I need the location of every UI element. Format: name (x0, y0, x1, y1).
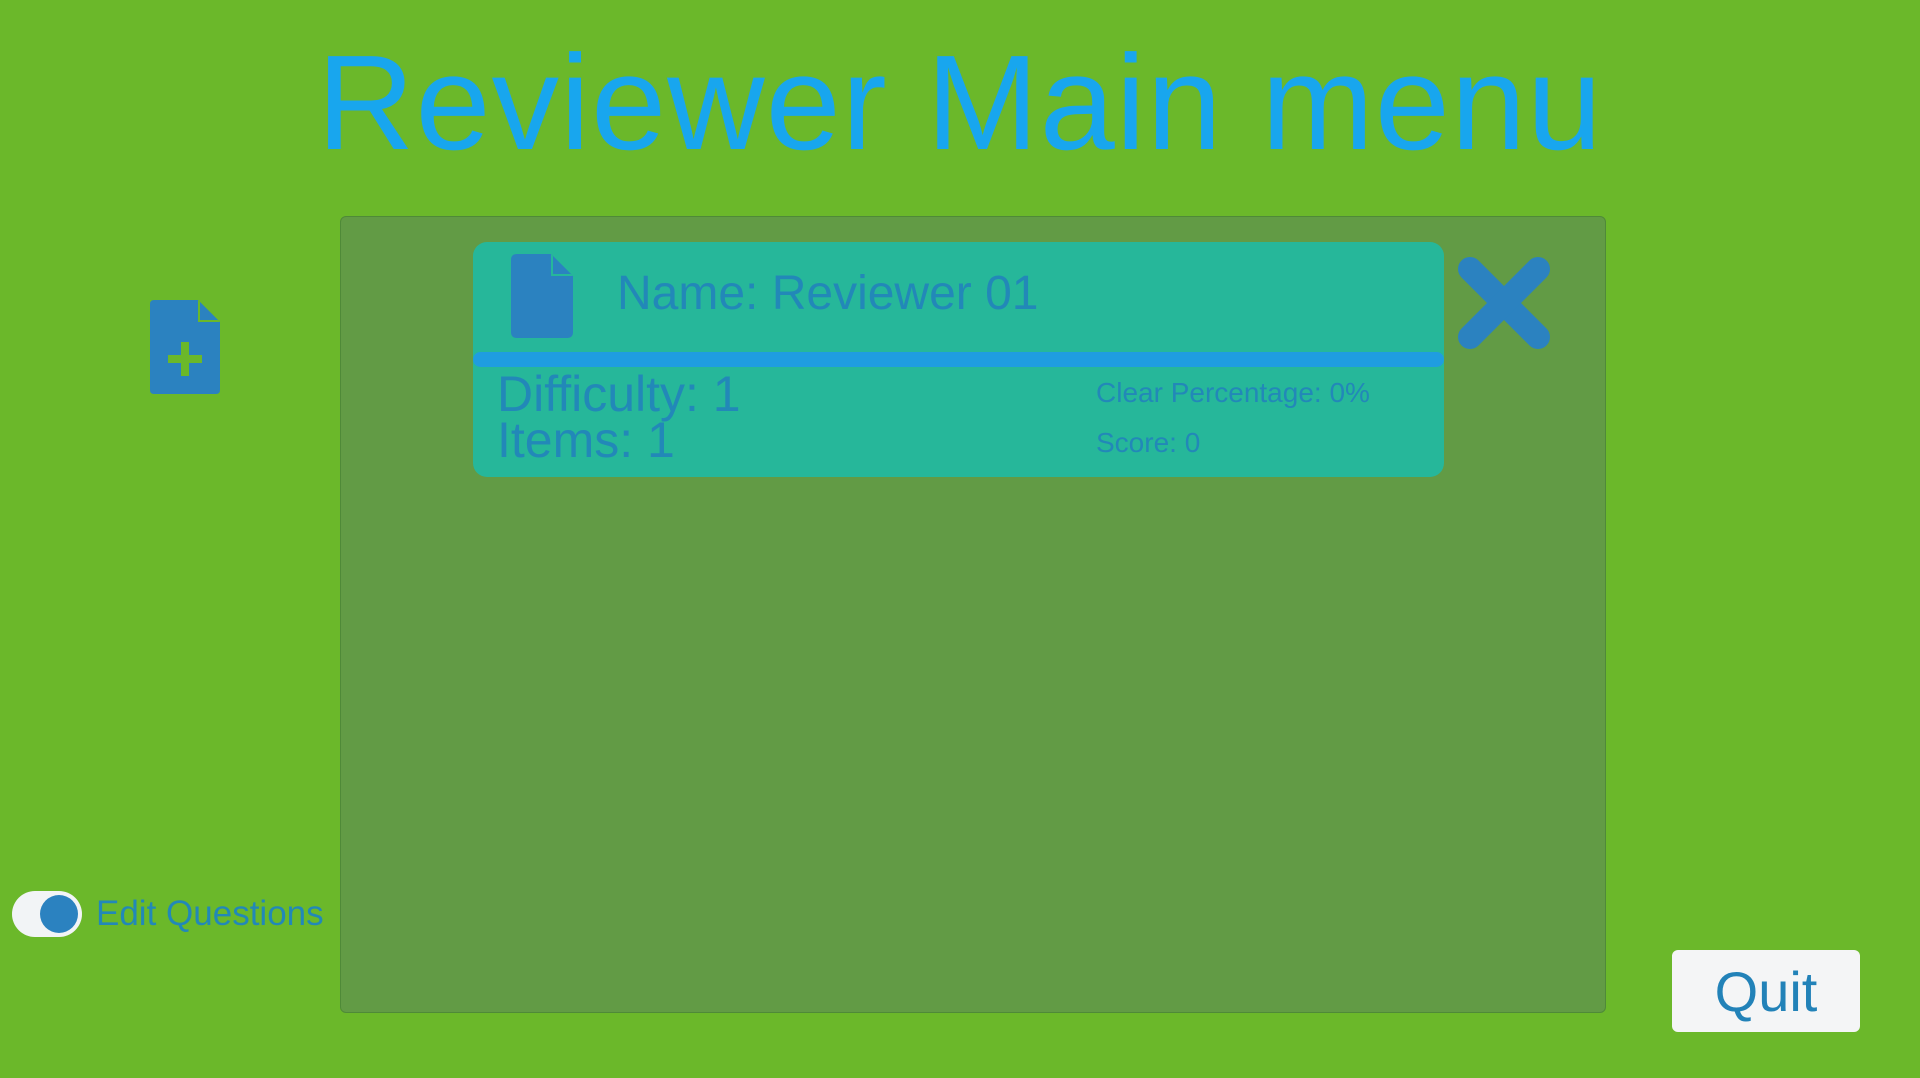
file-plus-icon (150, 300, 220, 394)
close-icon (1458, 257, 1550, 349)
toggle-knob (40, 895, 78, 933)
reviewer-score: Score: 0 (1096, 427, 1201, 458)
card-divider (473, 352, 1444, 367)
quit-button[interactable]: Quit (1672, 950, 1860, 1032)
file-icon (511, 254, 573, 338)
reviewer-card[interactable]: Name: Reviewer 01 Difficulty: 1 Items: 1… (473, 242, 1444, 477)
delete-reviewer-button[interactable] (1456, 255, 1552, 351)
edit-questions-row: Edit Questions (12, 890, 324, 938)
page-title: Reviewer Main menu (317, 27, 1603, 178)
edit-questions-toggle[interactable] (12, 891, 82, 937)
main-menu-screen: Reviewer Main menu Name: Reviewer 01 Dif… (0, 0, 1920, 1078)
edit-questions-label: Edit Questions (96, 894, 324, 933)
reviewer-clear-percentage: Clear Percentage: 0% (1096, 377, 1370, 408)
add-reviewer-button[interactable] (150, 300, 220, 394)
reviewer-name: Name: Reviewer 01 (617, 267, 1039, 320)
reviewer-items: Items: 1 (497, 412, 675, 468)
